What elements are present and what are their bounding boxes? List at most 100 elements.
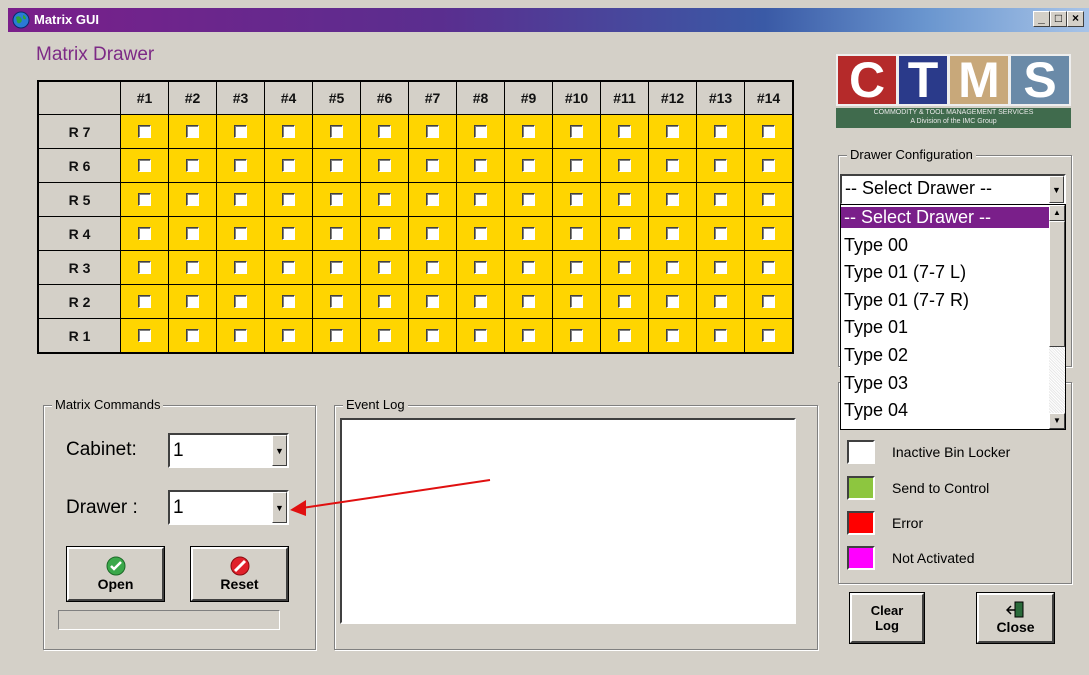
bin-checkbox[interactable] [762,227,775,240]
bin-checkbox[interactable] [522,329,535,342]
open-button[interactable]: Open [66,546,165,602]
bin-checkbox[interactable] [618,125,631,138]
bin-checkbox[interactable] [666,329,679,342]
bin-checkbox[interactable] [234,193,247,206]
bin-checkbox[interactable] [522,295,535,308]
bin-checkbox[interactable] [522,261,535,274]
bin-checkbox[interactable] [234,159,247,172]
bin-checkbox[interactable] [282,227,295,240]
bin-checkbox[interactable] [378,125,391,138]
bin-checkbox[interactable] [186,295,199,308]
clear-log-button[interactable]: Clear Log [849,592,925,644]
bin-checkbox[interactable] [666,159,679,172]
bin-checkbox[interactable] [138,295,151,308]
bin-checkbox[interactable] [330,193,343,206]
bin-checkbox[interactable] [474,261,487,274]
bin-checkbox[interactable] [762,295,775,308]
bin-checkbox[interactable] [618,261,631,274]
bin-checkbox[interactable] [474,227,487,240]
bin-checkbox[interactable] [234,329,247,342]
bin-checkbox[interactable] [330,329,343,342]
bin-checkbox[interactable] [522,193,535,206]
bin-checkbox[interactable] [714,295,727,308]
bin-checkbox[interactable] [666,261,679,274]
bin-checkbox[interactable] [330,295,343,308]
bin-checkbox[interactable] [426,125,439,138]
bin-checkbox[interactable] [330,125,343,138]
drawer-select[interactable]: -- Select Drawer -- ▼ [840,174,1066,205]
dropdown-option[interactable]: Type 01 (7-7 R) [844,290,969,311]
bin-checkbox[interactable] [282,295,295,308]
bin-checkbox[interactable] [762,193,775,206]
bin-checkbox[interactable] [426,295,439,308]
bin-checkbox[interactable] [186,125,199,138]
bin-checkbox[interactable] [282,193,295,206]
bin-checkbox[interactable] [618,295,631,308]
bin-checkbox[interactable] [426,159,439,172]
dropdown-option[interactable]: Type 01 (7-7 L) [844,262,966,283]
bin-checkbox[interactable] [378,159,391,172]
bin-checkbox[interactable] [234,125,247,138]
bin-checkbox[interactable] [138,261,151,274]
bin-checkbox[interactable] [762,329,775,342]
drawer-dropdown-list[interactable]: ▲ ▼ -- Select Drawer -- Type 00 Type 01 (7… [840,204,1066,430]
bin-checkbox[interactable] [570,295,583,308]
drawer-number-select[interactable]: 1 ▼ [168,490,289,525]
bin-checkbox[interactable] [570,125,583,138]
scroll-thumb[interactable] [1049,221,1065,347]
dropdown-option[interactable]: Type 02 [844,345,908,366]
bin-checkbox[interactable] [666,295,679,308]
bin-checkbox[interactable] [618,159,631,172]
event-log-textarea[interactable] [340,418,796,624]
bin-checkbox[interactable] [522,125,535,138]
bin-checkbox[interactable] [762,159,775,172]
bin-checkbox[interactable] [234,261,247,274]
bin-checkbox[interactable] [186,261,199,274]
bin-checkbox[interactable] [714,261,727,274]
bin-checkbox[interactable] [378,295,391,308]
bin-checkbox[interactable] [762,125,775,138]
bin-checkbox[interactable] [666,193,679,206]
dropdown-option[interactable]: Type 03 [844,373,908,394]
bin-checkbox[interactable] [618,227,631,240]
bin-checkbox[interactable] [474,193,487,206]
bin-checkbox[interactable] [330,261,343,274]
bin-checkbox[interactable] [138,329,151,342]
bin-checkbox[interactable] [426,261,439,274]
bin-checkbox[interactable] [714,193,727,206]
bin-checkbox[interactable] [714,159,727,172]
bin-checkbox[interactable] [138,125,151,138]
bin-checkbox[interactable] [426,329,439,342]
bin-checkbox[interactable] [186,227,199,240]
bin-checkbox[interactable] [282,125,295,138]
bin-checkbox[interactable] [138,159,151,172]
bin-checkbox[interactable] [570,261,583,274]
bin-checkbox[interactable] [186,159,199,172]
bin-checkbox[interactable] [522,227,535,240]
bin-checkbox[interactable] [186,193,199,206]
bin-checkbox[interactable] [474,125,487,138]
bin-checkbox[interactable] [330,159,343,172]
bin-checkbox[interactable] [618,329,631,342]
cabinet-select[interactable]: 1 ▼ [168,433,289,468]
dropdown-option[interactable]: Type 04 [844,400,908,421]
bin-checkbox[interactable] [378,261,391,274]
bin-checkbox[interactable] [570,159,583,172]
bin-checkbox[interactable] [762,261,775,274]
maximize-button[interactable]: □ [1050,11,1067,27]
bin-checkbox[interactable] [714,227,727,240]
bin-checkbox[interactable] [570,193,583,206]
bin-checkbox[interactable] [330,227,343,240]
bin-checkbox[interactable] [522,159,535,172]
bin-checkbox[interactable] [618,193,631,206]
scroll-down-icon[interactable]: ▼ [1049,413,1065,429]
close-window-button[interactable]: × [1067,11,1084,27]
chevron-down-icon[interactable]: ▼ [272,435,287,466]
reset-button[interactable]: Reset [190,546,289,602]
bin-checkbox[interactable] [138,193,151,206]
scroll-up-icon[interactable]: ▲ [1049,205,1065,221]
bin-checkbox[interactable] [474,295,487,308]
bin-checkbox[interactable] [186,329,199,342]
dropdown-scrollbar[interactable]: ▲ ▼ [1049,205,1065,429]
bin-checkbox[interactable] [570,227,583,240]
